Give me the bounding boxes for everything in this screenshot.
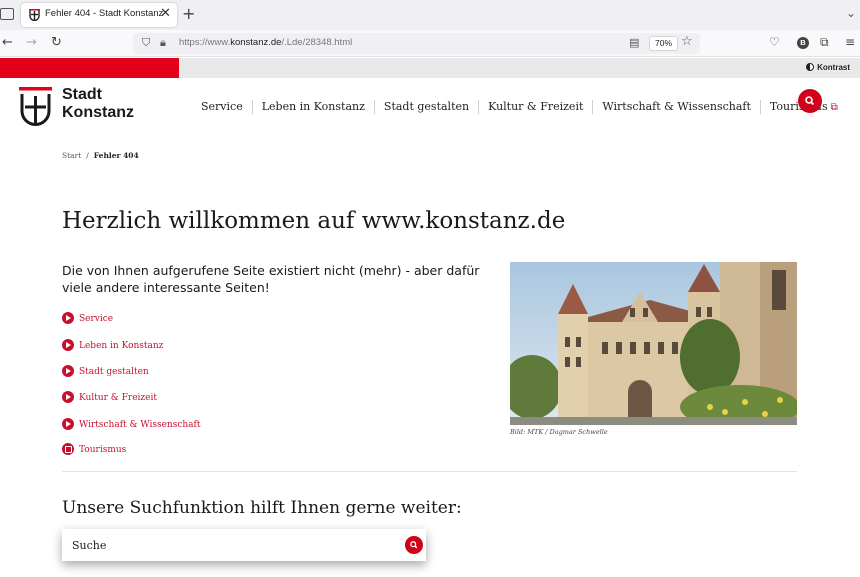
link-wirtschaft-wissenschaft[interactable]: Wirtschaft & Wissenschaft [62,418,201,430]
image-caption: Bild: MTK / Dagmar Schwelle [510,428,608,436]
address-bar[interactable]: ⛉ 🔒︎ https://www.konstanz.de/.Lde/28348.… [133,33,700,54]
bookmark-star-icon[interactable]: ☆ [681,34,693,49]
arrow-circle-icon [62,418,74,430]
tab-list-chevron-icon[interactable]: ⌄ [846,6,856,20]
contrast-icon [806,63,815,71]
site-search-box [62,529,426,561]
link-stadt-gestalten[interactable]: Stadt gestalten [62,365,149,377]
menu-hamburger-icon[interactable]: ≡ [845,35,855,49]
link-leben-in-konstanz[interactable]: Leben in Konstanz [62,339,163,351]
zoom-level-badge[interactable]: 70% [649,36,679,51]
site-top-strip: Kontrast [0,58,860,78]
header-search-button[interactable] [798,89,822,113]
nav-item-kultur-freizeit[interactable]: Kultur & Freizeit [479,100,594,114]
logo-wordmark[interactable]: Stadt Konstanz [62,86,134,121]
pocket-icon[interactable]: ♡ [769,35,780,49]
external-link-icon: ⧉ [830,101,838,113]
search-submit-button[interactable] [405,536,423,554]
nav-item-wirtschaft-wissenschaft[interactable]: Wirtschaft & Wissenschaft [593,100,761,114]
search-input[interactable] [62,529,402,561]
arrow-circle-icon [62,312,74,324]
search-heading: Unsere Suchfunktion hilft Ihnen gerne we… [62,498,462,518]
forward-arrow-icon[interactable]: → [26,35,37,50]
section-divider [62,471,797,472]
stadt-konstanz-logo[interactable] [19,87,52,128]
link-tourismus[interactable]: Tourismus [62,443,126,455]
breadcrumb-home-link[interactable]: Start [62,151,81,160]
nav-item-stadt-gestalten[interactable]: Stadt gestalten [375,100,480,114]
intro-text: Die von Ihnen aufgerufene Seite existier… [62,263,480,295]
new-tab-icon[interactable]: + [182,4,195,23]
town-hall-photo [510,262,797,425]
browser-tab-bar: Fehler 404 - Stadt Konstanz ✕ + ⌄ [0,0,860,30]
konstanz-favicon-icon [29,9,40,21]
arrow-circle-icon [62,391,74,403]
link-kultur-freizeit[interactable]: Kultur & Freizeit [62,391,157,403]
search-icon [410,541,418,549]
page-title: Herzlich willkommen auf www.konstanz.de [62,208,566,234]
arrow-circle-icon [62,339,74,351]
contrast-toggle[interactable]: Kontrast [806,63,850,72]
reader-view-icon[interactable]: ▤ [629,36,639,49]
url-text[interactable]: https://www.konstanz.de/.Lde/28348.html [179,37,352,48]
profile-avatar[interactable]: B [797,37,809,49]
external-link-circle-icon [62,443,74,455]
tab-overview-icon[interactable] [0,8,14,20]
breadcrumb-current: Fehler 404 [93,151,139,160]
search-icon [805,96,815,106]
link-service[interactable]: Service [62,312,113,324]
tracking-shield-icon[interactable]: ⛉ [142,36,150,50]
tab-title: Fehler 404 - Stadt Konstanz [45,8,164,19]
brand-red-bar [0,58,179,78]
nav-item-leben-in-konstanz[interactable]: Leben in Konstanz [253,100,375,114]
tab-close-icon[interactable]: ✕ [160,6,171,21]
browser-nav-bar: ← → ↻ ⛉ 🔒︎ https://www.konstanz.de/.Lde/… [0,30,860,57]
browser-tab[interactable]: Fehler 404 - Stadt Konstanz ✕ [21,3,177,27]
back-arrow-icon[interactable]: ← [2,35,13,50]
main-navigation: Service Leben in Konstanz Stadt gestalte… [192,100,847,114]
breadcrumb: Start / Fehler 404 [62,151,139,160]
lock-icon[interactable]: 🔒︎ [160,36,166,50]
arrow-circle-icon [62,365,74,377]
reload-icon[interactable]: ↻ [51,35,62,50]
nav-item-service[interactable]: Service [192,100,253,114]
extensions-icon[interactable]: ⧉ [820,35,829,50]
